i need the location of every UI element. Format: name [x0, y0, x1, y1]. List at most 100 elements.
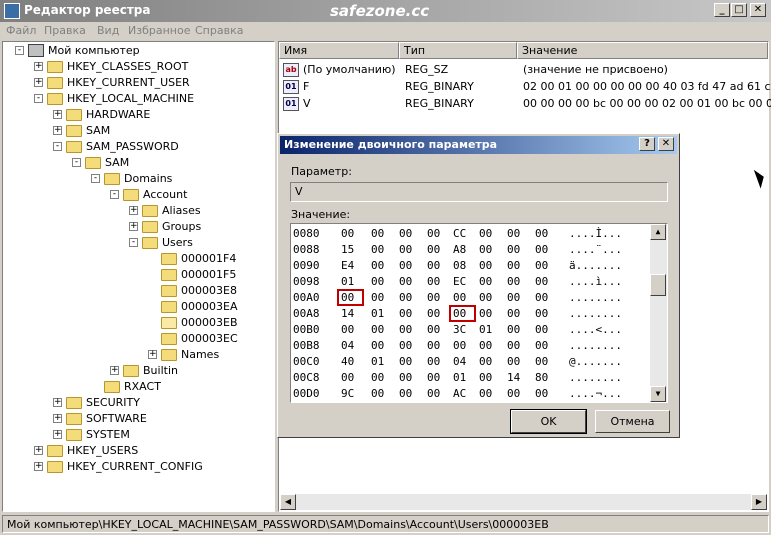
hex-row[interactable]: 0080 00 00 00 00 CC 00 00 00 ....Ì...: [291, 226, 651, 242]
hex-byte[interactable]: 00: [507, 307, 520, 320]
scroll-right-icon[interactable]: ▶: [751, 494, 767, 510]
dialog-help-button[interactable]: ?: [639, 137, 655, 151]
hex-byte[interactable]: 00: [535, 275, 548, 288]
expand-icon[interactable]: +: [148, 350, 157, 359]
menu-help[interactable]: Справка: [195, 24, 243, 37]
hex-byte[interactable]: 00: [427, 323, 440, 336]
hex-row[interactable]: 00C0 40 01 00 00 04 00 00 00 @.......: [291, 354, 651, 370]
hex-byte[interactable]: 00: [371, 387, 384, 400]
hex-byte[interactable]: 00: [399, 371, 412, 384]
hex-byte[interactable]: 00: [535, 259, 548, 272]
hex-byte[interactable]: 00: [341, 323, 354, 336]
hex-byte[interactable]: 00: [371, 291, 384, 304]
hex-byte[interactable]: 00: [535, 387, 548, 400]
hex-byte[interactable]: 00: [399, 323, 412, 336]
hex-byte[interactable]: 00: [479, 243, 492, 256]
collapse-icon[interactable]: -: [53, 142, 62, 151]
close-button[interactable]: ✕: [750, 3, 766, 17]
hex-byte[interactable]: 00: [427, 339, 440, 352]
expand-icon[interactable]: +: [129, 206, 138, 215]
hex-byte[interactable]: 00: [479, 387, 492, 400]
hex-byte[interactable]: 00: [479, 371, 492, 384]
hex-row[interactable]: 00C8 00 00 00 00 01 00 14 80........: [291, 370, 651, 386]
hex-byte[interactable]: 80: [535, 371, 548, 384]
hex-byte[interactable]: 00: [507, 387, 520, 400]
hex-byte[interactable]: A8: [453, 243, 466, 256]
hex-byte[interactable]: 14: [341, 307, 354, 320]
hex-byte[interactable]: 00: [453, 291, 466, 304]
hex-byte[interactable]: 00: [427, 259, 440, 272]
expand-icon[interactable]: +: [53, 398, 62, 407]
scroll-down-icon[interactable]: ▼: [650, 386, 666, 402]
hex-byte[interactable]: EC: [453, 275, 466, 288]
collapse-icon[interactable]: -: [129, 238, 138, 247]
hex-byte[interactable]: 00: [399, 259, 412, 272]
menu-file[interactable]: Файл: [6, 24, 36, 37]
expand-icon[interactable]: +: [110, 366, 119, 375]
hex-byte[interactable]: 00: [535, 243, 548, 256]
hex-byte[interactable]: 00: [507, 355, 520, 368]
expand-icon[interactable]: +: [129, 222, 138, 231]
cancel-button[interactable]: Отмена: [595, 410, 670, 433]
hex-byte[interactable]: AC: [453, 387, 466, 400]
value-row[interactable]: 01 F REG_BINARY 02 00 01 00 00 00 00 00 …: [281, 79, 771, 95]
hex-editor[interactable]: ▲ ▼ 0080 00 00 00 00 CC 00 00 00 ....Ì... 0088 15 00…: [290, 223, 668, 403]
menu-view[interactable]: Вид: [97, 24, 119, 37]
hex-byte[interactable]: 00: [453, 339, 466, 352]
hex-byte[interactable]: 00: [535, 355, 548, 368]
collapse-icon[interactable]: -: [15, 46, 24, 55]
hex-byte[interactable]: 00: [427, 355, 440, 368]
hex-byte[interactable]: 00: [427, 307, 440, 320]
hex-byte[interactable]: 00: [535, 307, 548, 320]
scroll-up-icon[interactable]: ▲: [650, 224, 666, 240]
hex-byte[interactable]: 00: [399, 227, 412, 240]
hex-byte[interactable]: 00: [427, 243, 440, 256]
dialog-close-button[interactable]: ✕: [658, 137, 674, 151]
expand-icon[interactable]: +: [53, 110, 62, 119]
column-header-value[interactable]: Значение: [517, 42, 768, 59]
hex-byte[interactable]: 00: [399, 243, 412, 256]
hex-byte[interactable]: 00: [479, 307, 492, 320]
expand-icon[interactable]: +: [34, 62, 43, 71]
hex-row[interactable]: 0088 15 00 00 00 A8 00 00 00 ....¨...: [291, 242, 651, 258]
hex-byte[interactable]: 00: [507, 259, 520, 272]
hex-byte[interactable]: CC: [453, 227, 466, 240]
hex-byte[interactable]: 00: [479, 339, 492, 352]
registry-tree[interactable]: - Мой компьютер + HKEY_CLASSES_ROOT + HKEY_CU…: [2, 41, 275, 512]
hex-byte[interactable]: 00: [371, 243, 384, 256]
column-header-type[interactable]: Тип: [399, 42, 517, 59]
scroll-thumb[interactable]: [650, 274, 666, 296]
hex-byte[interactable]: 00: [371, 275, 384, 288]
hex-byte[interactable]: E4: [341, 259, 354, 272]
hex-byte[interactable]: 00: [479, 355, 492, 368]
hex-byte[interactable]: 00: [535, 323, 548, 336]
hex-byte[interactable]: 01: [371, 307, 384, 320]
hex-byte[interactable]: 00: [507, 243, 520, 256]
hex-byte[interactable]: 04: [341, 339, 354, 352]
hex-byte[interactable]: 00: [371, 259, 384, 272]
hex-byte[interactable]: 00: [535, 227, 548, 240]
expand-icon[interactable]: +: [34, 446, 43, 455]
hex-byte[interactable]: 00: [535, 291, 548, 304]
hex-row[interactable]: 0090 E4 00 00 00 08 00 00 00 ä.......: [291, 258, 651, 274]
maximize-button[interactable]: □: [731, 3, 747, 17]
hex-byte[interactable]: 00: [427, 291, 440, 304]
collapse-icon[interactable]: -: [110, 190, 119, 199]
hex-byte[interactable]: 00: [507, 339, 520, 352]
expand-icon[interactable]: +: [53, 414, 62, 423]
hex-byte[interactable]: 01: [479, 323, 492, 336]
hex-byte[interactable]: 04: [453, 355, 466, 368]
hex-byte[interactable]: 00: [479, 259, 492, 272]
menu-favorites[interactable]: Избранное: [128, 24, 190, 37]
expand-icon[interactable]: +: [34, 78, 43, 87]
hex-byte[interactable]: 00: [507, 227, 520, 240]
hex-byte[interactable]: 00: [399, 291, 412, 304]
hex-byte[interactable]: 3C: [453, 323, 466, 336]
hex-byte[interactable]: 00: [427, 227, 440, 240]
horizontal-scrollbar[interactable]: ◀ ▶: [280, 494, 767, 510]
menu-edit[interactable]: Правка: [44, 24, 86, 37]
hex-byte[interactable]: 00: [427, 387, 440, 400]
collapse-icon[interactable]: -: [34, 94, 43, 103]
collapse-icon[interactable]: -: [91, 174, 100, 183]
hex-byte[interactable]: 15: [341, 243, 354, 256]
